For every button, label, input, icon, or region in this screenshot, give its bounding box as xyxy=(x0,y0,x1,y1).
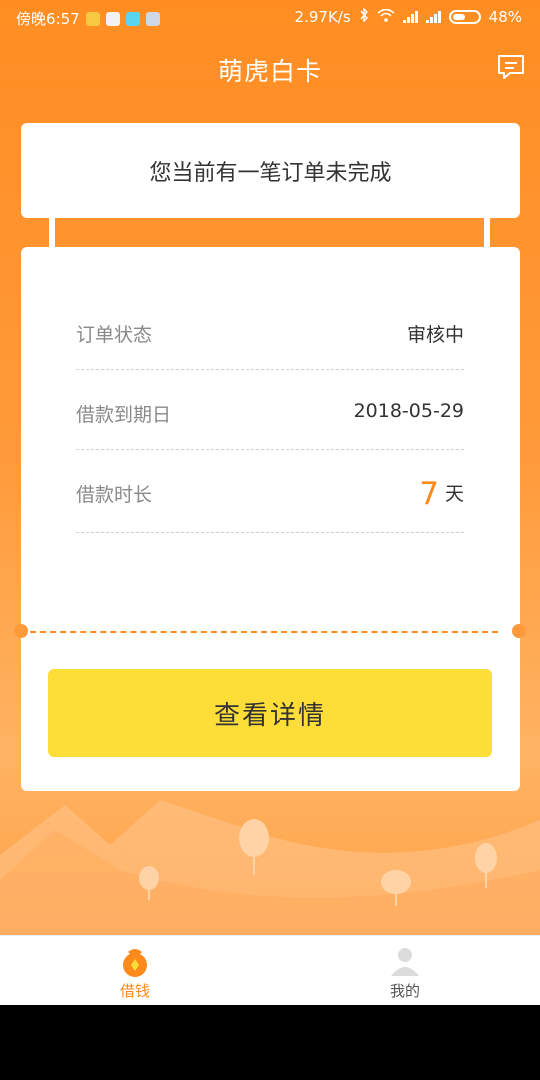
notice-card: 您当前有一笔订单未完成 xyxy=(21,123,520,218)
page-title: 萌虎白卡 xyxy=(217,57,322,86)
card-notch-right xyxy=(512,624,526,638)
user-icon xyxy=(388,944,422,978)
card-connector-left xyxy=(49,218,55,248)
order-status-row: 订单状态 审核中 xyxy=(76,290,464,370)
due-date-label: 借款到期日 xyxy=(76,404,172,426)
network-speed: 2.97K/s xyxy=(294,8,351,26)
status-time: 傍晚6:57 xyxy=(16,10,80,28)
order-status-label: 订单状态 xyxy=(76,324,153,346)
loan-duration-number: 7 xyxy=(419,476,439,512)
order-status-value: 审核中 xyxy=(406,324,464,346)
message-icon[interactable] xyxy=(496,53,526,81)
view-details-button[interactable]: 查看详情 xyxy=(48,669,492,757)
due-date-row: 借款到期日 2018-05-29 xyxy=(76,370,464,450)
app-screen: 傍晚6:57 2.97K/s 48% 萌虎白卡 您当前有一笔订单未完成 订单状态… xyxy=(0,0,540,1005)
loan-duration-label: 借款时长 xyxy=(76,484,153,506)
card-tear-line xyxy=(20,631,498,633)
money-bag-icon xyxy=(118,944,152,978)
bluetooth-icon xyxy=(359,7,369,26)
status-bar: 傍晚6:57 2.97K/s 48% xyxy=(0,0,540,34)
loan-duration-unit: 天 xyxy=(444,483,464,505)
card-connector-right xyxy=(484,218,490,248)
notice-text: 您当前有一笔订单未完成 xyxy=(149,160,392,186)
chat-app-icon xyxy=(105,11,120,26)
tab-borrow[interactable]: 借钱 xyxy=(0,936,270,1005)
tab-borrow-label: 借钱 xyxy=(119,982,150,1000)
bottom-nav: 借钱 我的 xyxy=(0,935,540,1005)
file-icon xyxy=(145,11,160,26)
signal-icon-2 xyxy=(425,11,441,23)
signal-icon xyxy=(402,11,418,23)
sun-app-icon xyxy=(85,11,100,26)
browser-icon xyxy=(125,11,140,26)
landscape-illustration xyxy=(0,800,540,935)
card-notch-left xyxy=(14,624,28,638)
wifi-icon xyxy=(377,8,395,26)
tab-mine-label: 我的 xyxy=(389,982,420,1000)
battery-percent: 48% xyxy=(488,8,522,26)
loan-duration-row: 借款时长 7天 xyxy=(76,450,464,533)
due-date-value: 2018-05-29 xyxy=(353,400,464,422)
battery-icon xyxy=(448,10,481,24)
tab-mine[interactable]: 我的 xyxy=(270,936,540,1005)
loan-duration-value: 7天 xyxy=(419,472,464,512)
